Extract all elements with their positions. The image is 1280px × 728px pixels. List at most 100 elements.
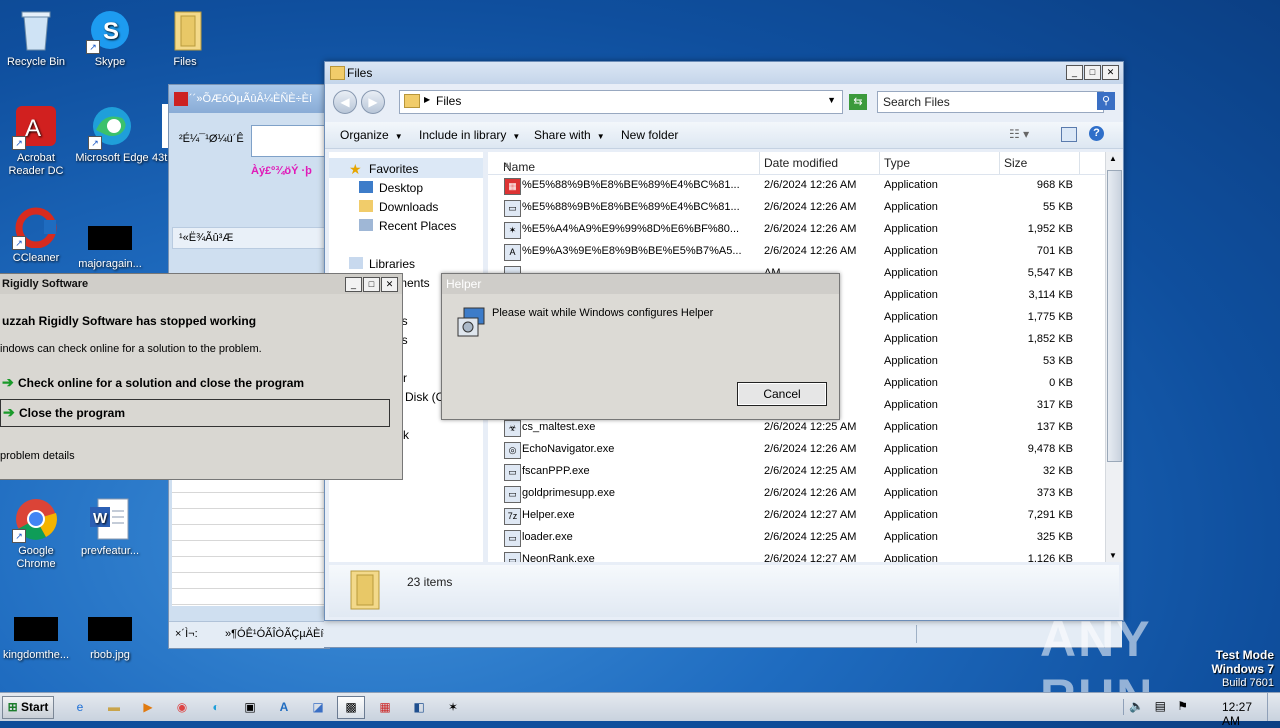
chevron-down-icon[interactable]: ▼ <box>827 95 836 105</box>
column-size[interactable]: Size <box>1004 156 1027 170</box>
window-app-icon: ▭ <box>504 464 521 481</box>
network-icon[interactable]: ▤ <box>1155 699 1166 713</box>
desktop-icon-kingdomthe[interactable]: kingdomthe... <box>0 605 74 662</box>
maximize-button[interactable]: □ <box>363 277 380 292</box>
helper-taskbar-icon[interactable]: ▩ <box>337 696 365 719</box>
file-name: NeonRank.exe <box>522 553 595 562</box>
a-app-taskbar-icon[interactable]: A <box>270 696 298 719</box>
desktop-icon-chrome[interactable]: ↗ Google Chrome <box>0 497 74 571</box>
maximize-button[interactable]: □ <box>1084 65 1101 80</box>
check-online-option[interactable]: ➔ Check online for a solution and close … <box>0 370 388 396</box>
table-row[interactable]: ◎ EchoNavigator.exe 2/6/2024 12:26 AM Appli… <box>488 439 1088 461</box>
file-name: %E5%88%9B%E8%BE%89%E4%BC%81... <box>522 179 740 191</box>
column-separator[interactable] <box>759 152 760 174</box>
window-title: Files <box>347 66 373 80</box>
scroll-up-icon[interactable]: ▲ <box>1109 154 1117 163</box>
breadcrumb-arrow-icon[interactable]: ▶ <box>424 95 430 104</box>
star-app-taskbar-icon[interactable]: ✶ <box>439 696 467 719</box>
close-program-option[interactable]: ➔ Close the program <box>0 399 390 427</box>
vertical-scrollbar[interactable]: ▲ ▼ <box>1105 152 1122 562</box>
table-row[interactable]: ▭ goldprimesupp.exe 2/6/2024 12:26 AM Appli… <box>488 483 1088 505</box>
nav-libraries[interactable]: Libraries <box>349 257 415 271</box>
desktop-icon-files[interactable]: Files <box>147 8 223 69</box>
desktop-icon-skype[interactable]: S ↗ Skype <box>72 8 148 69</box>
close-button[interactable]: ✕ <box>1102 65 1119 80</box>
nav-desktop[interactable]: Desktop <box>359 181 423 195</box>
view-options-icon[interactable]: ☷ ▾ <box>1009 127 1029 141</box>
desktop-icon-ccleaner[interactable]: ↗ CCleaner <box>0 204 74 265</box>
column-separator[interactable] <box>1079 152 1080 174</box>
nav-favorites[interactable]: ★ Favorites <box>349 162 418 176</box>
organize-menu[interactable]: Organize ▼ <box>340 128 403 142</box>
nav-downloads[interactable]: Downloads <box>359 200 438 214</box>
stopped-working-dialog[interactable]: Rigidly Software _ □ ✕ uzzah Rigidly Sof… <box>0 273 403 480</box>
minimize-button[interactable]: _ <box>345 277 362 292</box>
navigator-taskbar-icon[interactable]: ◧ <box>405 696 433 719</box>
table-row[interactable]: ☣ cs_maltest.exe 2/6/2024 12:25 AM Applicat… <box>488 417 1088 439</box>
helper-dialog[interactable]: Helper Please wait while Windows configu… <box>441 273 840 420</box>
table-row[interactable]: ▭ NeonRank.exe 2/6/2024 12:27 AM Applicatio… <box>488 549 1088 562</box>
table-row[interactable]: ▭ %E5%88%9B%E8%BE%89%E4%BC%81... 2/6/2024 … <box>488 197 1088 219</box>
cancel-button[interactable]: Cancel <box>737 382 827 406</box>
help-icon[interactable]: ? <box>1089 126 1104 141</box>
installer-taskbar-icon[interactable]: ◪ <box>304 696 332 719</box>
file-type: Application <box>884 509 938 521</box>
close-button[interactable]: ✕ <box>381 277 398 292</box>
desktop-icon-43t[interactable]: 43t <box>132 104 172 165</box>
file-size: 3,114 KB <box>1028 289 1073 301</box>
new-folder-button[interactable]: New folder <box>621 128 678 142</box>
start-button[interactable]: ⊞ Start <box>2 696 54 719</box>
table-row[interactable]: ✶ %E5%A4%A9%E9%99%8D%E6%BF%80... 2/6/2024 … <box>488 219 1088 241</box>
media-player-icon[interactable]: ▶ <box>134 696 162 719</box>
nav-recent-places[interactable]: Recent Places <box>359 219 456 233</box>
edge-taskbar-icon[interactable]: ◐ <box>202 696 230 719</box>
address-box[interactable]: ▶ Files ▼ <box>399 90 843 114</box>
installer-icon <box>456 306 486 338</box>
table-row[interactable]: 7z Helper.exe 2/6/2024 12:27 AM Application… <box>488 505 1088 527</box>
table-row[interactable]: ▦ %E5%88%9B%E8%BE%89%E4%BC%81... 2/6/2024 … <box>488 175 1088 197</box>
column-separator[interactable] <box>999 152 1000 174</box>
red-app-taskbar-icon[interactable]: ▦ <box>371 696 399 719</box>
table-row[interactable]: ▭ loader.exe 2/6/2024 12:25 AM Application 3… <box>488 527 1088 549</box>
nav-network[interactable]: k <box>403 428 409 442</box>
app-window-taskbar-icon[interactable]: ▣ <box>236 696 264 719</box>
back-button[interactable]: ◀ <box>333 90 357 114</box>
start-label: Start <box>21 700 49 714</box>
column-separator[interactable] <box>879 152 880 174</box>
column-date[interactable]: Date modified <box>764 156 838 170</box>
sort-arrow-icon: ▲ <box>503 160 511 169</box>
folder-icon <box>330 66 345 80</box>
share-with-menu[interactable]: Share with ▼ <box>534 128 605 142</box>
example-link[interactable]: Àý£º¾öÝ ·þ <box>251 165 312 177</box>
desktop-icon-recycle-bin[interactable]: Recycle Bin <box>0 8 74 69</box>
table-row[interactable]: A %E9%A3%9E%E8%9B%BE%E5%B7%A5... 2/6/2024 … <box>488 241 1088 263</box>
show-desktop-button[interactable] <box>1267 693 1278 721</box>
forward-button[interactable]: ▶ <box>361 90 385 114</box>
desktop-icon-acrobat[interactable]: A ↗ Acrobat Reader DC <box>0 104 74 178</box>
volume-icon[interactable]: 🔈 <box>1129 699 1144 713</box>
include-in-library-menu[interactable]: Include in library ▼ <box>419 128 520 142</box>
table-row[interactable]: ▭ fscanPPP.exe 2/6/2024 12:25 AM Applicatio… <box>488 461 1088 483</box>
explorer-titlebar[interactable]: Files _ □ ✕ <box>325 62 1123 84</box>
keyword-input[interactable] <box>251 125 329 157</box>
search-icon[interactable]: ⚲ <box>1097 92 1115 110</box>
scroll-down-icon[interactable]: ▼ <box>1109 551 1117 560</box>
scrollbar-thumb[interactable] <box>1107 170 1122 462</box>
problem-details-toggle[interactable]: problem details <box>0 450 75 462</box>
minimize-button[interactable]: _ <box>1066 65 1083 80</box>
refresh-icon[interactable]: ⇆ <box>849 94 867 110</box>
desktop-icon-prevfeatur[interactable]: W prevfeatur... <box>72 497 148 558</box>
preview-pane-icon[interactable] <box>1061 127 1077 142</box>
search-input[interactable]: Search Files <box>877 91 1104 113</box>
desktop-icon-rbob[interactable]: rbob.jpg <box>72 605 148 662</box>
action-center-flag-icon[interactable]: ⚑ <box>1177 699 1188 713</box>
breadcrumb-files[interactable]: Files <box>436 94 461 108</box>
file-type: Application <box>884 465 938 477</box>
explorer-taskbar-icon[interactable]: ▬ <box>100 696 128 719</box>
column-type[interactable]: Type <box>884 156 910 170</box>
ie-icon[interactable]: e <box>66 696 94 719</box>
file-type: Application <box>884 179 938 191</box>
clock[interactable]: 12:27 AM <box>1222 700 1252 728</box>
desktop-icon-majoragain[interactable]: majoragain... <box>72 214 148 271</box>
chrome-taskbar-icon[interactable]: ◉ <box>168 696 196 719</box>
